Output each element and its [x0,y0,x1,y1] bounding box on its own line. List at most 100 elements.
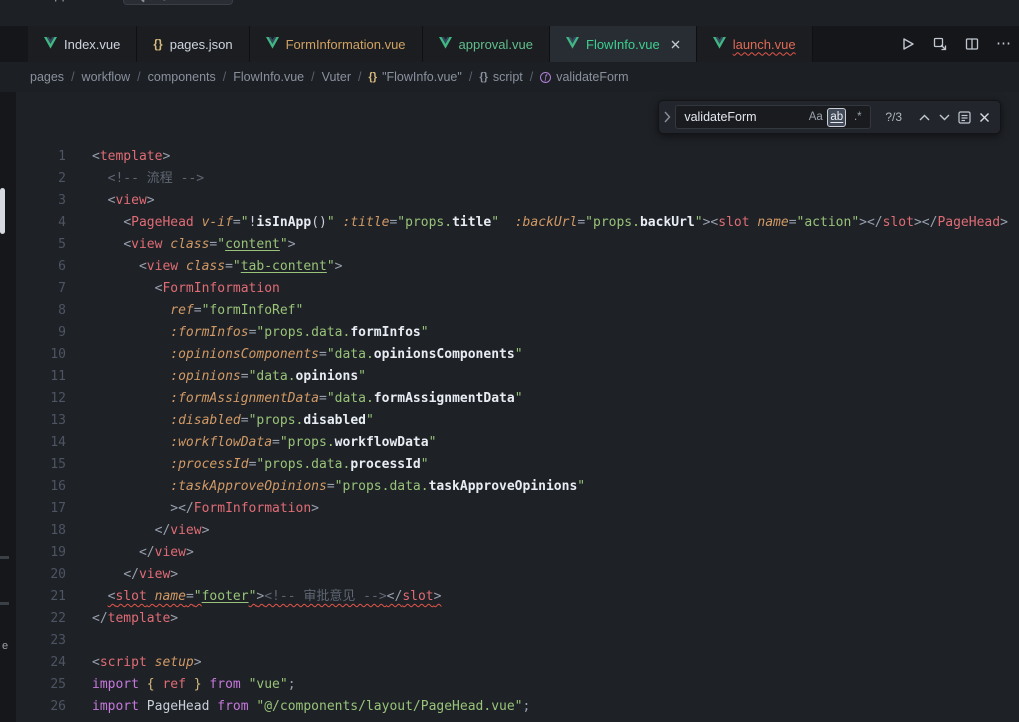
code-line[interactable]: 12 :formAssignmentData="data.formAssignm… [16,388,1019,410]
code-line[interactable]: 7 <FormInformation [16,278,1019,300]
breadcrumb-item[interactable]: FlowInfo.vue [233,70,304,84]
toggle-replace-chevron[interactable] [659,101,675,133]
line-number: 23 [16,630,66,652]
code-text: :taskApproveOpinions="props.data.taskApp… [92,476,585,498]
code-text: </view> [92,520,209,542]
breadcrumb-separator: / [469,70,472,84]
tab-label: FormInformation.vue [286,37,406,52]
code-text: ></FormInformation> [92,498,319,520]
more-actions-button[interactable]: ⋯ [995,35,1013,53]
close-find-icon[interactable] [974,107,994,127]
code-line[interactable]: 20 </view> [16,564,1019,586]
whole-word-toggle[interactable]: ab [827,108,846,127]
line-number: 18 [16,520,66,542]
tab-launch.vue[interactable]: launch.vue [697,26,813,62]
code-line[interactable]: 18 </view> [16,520,1019,542]
code-text: <PageHead v-if="!isInApp()" :title="prop… [92,212,1008,234]
code-line[interactable]: 23 [16,630,1019,652]
breadcrumb-item[interactable]: components [148,70,216,84]
tab-bar: Index.vue{}pages.json FormInformation.vue… [0,26,1019,62]
tab-FormInformation.vue[interactable]: FormInformation.vue [250,26,423,62]
breadcrumb-separator: / [530,70,533,84]
run-button[interactable] [899,35,917,53]
breadcrumb-label: script [493,70,523,84]
breadcrumb-separator: / [358,70,361,84]
code-text: ref="formInfoRef" [92,300,303,322]
code-line[interactable]: 11 :opinions="data.opinions" [16,366,1019,388]
breadcrumb-label: FlowInfo.vue [233,70,304,84]
open-changes-icon[interactable] [931,35,949,53]
breadcrumb-item[interactable]: {}"FlowInfo.vue" [369,70,462,84]
code-line[interactable]: 9 :formInfos="props.data.formInfos" [16,322,1019,344]
code-line[interactable]: 19 </view> [16,542,1019,564]
match-case-toggle[interactable]: Aa [806,108,825,127]
next-match-button[interactable] [934,107,954,127]
code-line[interactable]: 15 :processId="props.data.processId" [16,454,1019,476]
find-match-count: ?/3 [885,110,902,124]
code-line[interactable]: 10 :opinionsComponents="data.opinionsCom… [16,344,1019,366]
breadcrumb-label: pages [30,70,64,84]
left-edge-strip: e [0,92,16,722]
breadcrumb-item[interactable]: {}script [479,70,522,84]
line-number: 8 [16,300,66,322]
title-bar: dan-uniapp 搜索 [0,0,1019,26]
code-line[interactable]: 16 :taskApproveOpinions="props.data.task… [16,476,1019,498]
code-line[interactable]: 8 ref="formInfoRef" [16,300,1019,322]
line-number: 10 [16,344,66,366]
find-input-wrap: Aa ab .* [675,105,871,129]
find-input[interactable] [684,110,804,124]
editor[interactable]: e Aa ab .* ?/3 1 <template>2 <!-- 流程 -->3… [0,92,1019,722]
project-name[interactable]: dan-uniapp [2,0,69,2]
breadcrumb-item[interactable]: Vuter [322,70,351,84]
tab-FlowInfo.vue[interactable]: FlowInfo.vue [550,26,697,62]
code-line[interactable]: 3 <view> [16,190,1019,212]
code-line[interactable]: 21 <slot name="footer"><!-- 审批意见 --></sl… [16,586,1019,608]
line-number: 15 [16,454,66,476]
breadcrumb-item[interactable]: workflow [82,70,131,84]
code-text: :opinions="data.opinions" [92,366,366,388]
close-tab-icon[interactable] [671,40,680,49]
code-text: :workflowData="props.workflowData" [92,432,436,454]
previous-match-button[interactable] [914,107,934,127]
code-text: <view class="content"> [92,234,296,256]
line-number: 1 [16,146,66,168]
code-line[interactable]: 5 <view class="content"> [16,234,1019,256]
code-text: :opinionsComponents="data.opinionsCompon… [92,344,523,366]
vue-icon [439,37,452,52]
code-text: <FormInformation [92,278,280,300]
code-line[interactable]: 14 :workflowData="props.workflowData" [16,432,1019,454]
code-line[interactable]: 1 <template> [16,146,1019,168]
split-editor-icon[interactable] [963,35,981,53]
code-line[interactable]: 24 <script setup> [16,652,1019,674]
edge-scroll-handle[interactable] [0,188,5,234]
code-line[interactable]: 6 <view class="tab-content"> [16,256,1019,278]
code-line[interactable]: 26import PageHead from "@/components/lay… [16,696,1019,718]
code-line[interactable]: 22</template> [16,608,1019,630]
line-number: 17 [16,498,66,520]
code-text: <script setup> [92,652,202,674]
code-area[interactable]: 1 <template>2 <!-- 流程 -->3 <view>4 <PageH… [16,146,1019,718]
code-text: import { ref } from "vue"; [92,674,296,696]
tab-pages.json[interactable]: {}pages.json [137,26,249,62]
code-line[interactable]: 2 <!-- 流程 --> [16,168,1019,190]
line-number: 24 [16,652,66,674]
symbol-method-icon: ƒ [540,72,551,83]
line-number: 13 [16,410,66,432]
tab-Index.vue[interactable]: Index.vue [28,26,137,62]
line-number: 6 [16,256,66,278]
regex-toggle[interactable]: .* [848,108,867,127]
tab-approval.vue[interactable]: approval.vue [423,26,550,62]
code-line[interactable]: 25import { ref } from "vue"; [16,674,1019,696]
titlebar-search-box[interactable]: 搜索 [123,0,233,5]
code-line[interactable]: 4 <PageHead v-if="!isInApp()" :title="pr… [16,212,1019,234]
code-line[interactable]: 13 :disabled="props.disabled" [16,410,1019,432]
code-text: <!-- 流程 --> [92,168,204,190]
line-number: 5 [16,234,66,256]
breadcrumb-item[interactable]: ƒvalidateForm [540,70,628,84]
code-text: <template> [92,146,170,168]
line-number: 22 [16,608,66,630]
find-in-selection-icon[interactable] [954,107,974,127]
code-line[interactable]: 17 ></FormInformation> [16,498,1019,520]
tab-label: FlowInfo.vue [586,37,660,52]
breadcrumb-item[interactable]: pages [30,70,64,84]
